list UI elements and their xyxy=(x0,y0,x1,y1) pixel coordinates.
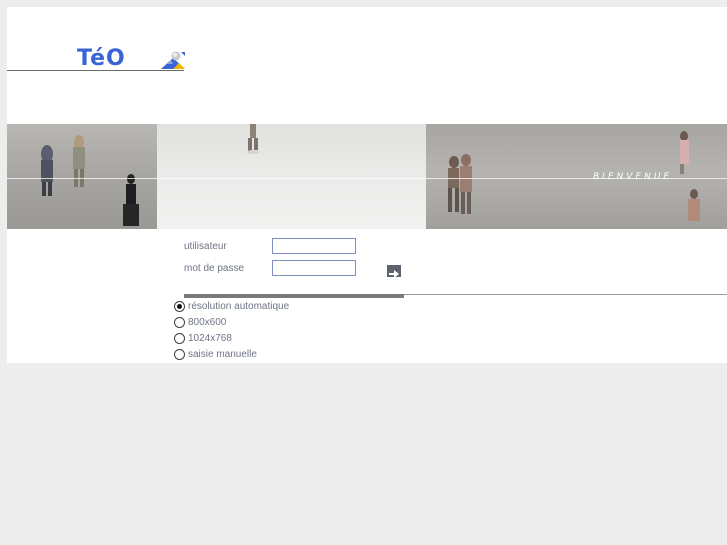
resolution-option-1024x768[interactable]: 1024x768 xyxy=(174,332,232,345)
divider-accent xyxy=(184,294,404,298)
radio-unselected[interactable] xyxy=(174,333,185,344)
banner-photo-left xyxy=(7,124,157,229)
people-photo-left xyxy=(41,135,139,226)
banner-caption: BIENVENUE xyxy=(593,172,673,182)
people-photo-middle xyxy=(247,124,259,154)
radio-unselected[interactable] xyxy=(174,317,185,328)
arrow-right-icon xyxy=(389,270,399,278)
logo-text: TéO xyxy=(77,46,126,71)
username-label: utilisateur xyxy=(184,241,227,252)
resolution-option-label: 800x600 xyxy=(188,317,227,328)
resolution-option-label: saisie manuelle xyxy=(188,349,257,360)
banner-photo-right xyxy=(426,124,727,229)
resolution-option-800x600[interactable]: 800x600 xyxy=(174,316,226,329)
password-label: mot de passe xyxy=(184,263,245,274)
resolution-option-manual[interactable]: saisie manuelle xyxy=(174,348,257,361)
banner-photo-middle xyxy=(157,124,426,229)
resolution-option-label: résolution automatique xyxy=(188,301,290,312)
logo-divider xyxy=(7,70,184,71)
password-input[interactable] xyxy=(272,260,356,276)
resolution-option-auto[interactable]: résolution automatique xyxy=(174,300,289,313)
radio-unselected[interactable] xyxy=(174,349,185,360)
people-photo-right xyxy=(448,131,700,221)
login-submit-button[interactable] xyxy=(387,265,401,278)
welcome-banner: BIENVENUE xyxy=(7,124,727,229)
resolution-option-label: 1024x768 xyxy=(188,333,232,344)
radio-selected[interactable] xyxy=(174,301,185,312)
page-panel: TéO BIENVENUE utilisateur mot de passe r… xyxy=(7,7,727,363)
teo-logo-icon xyxy=(161,51,185,69)
username-input[interactable] xyxy=(272,238,356,254)
